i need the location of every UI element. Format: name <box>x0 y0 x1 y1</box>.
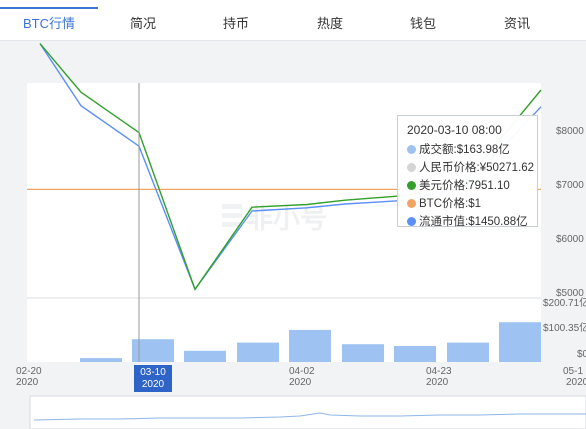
volume-bar <box>499 322 541 362</box>
date-label-year: 2020 <box>16 377 39 388</box>
volume-tick: $200.71亿 <box>543 296 586 309</box>
tooltip-value: BTC价格:$1 <box>419 198 481 210</box>
watermark-logo-bar <box>222 204 242 209</box>
legend-dot-icon <box>407 145 416 154</box>
tooltip-row-btc-price: BTC价格:$1 <box>407 195 537 213</box>
date-label: 02-20 <box>16 366 42 377</box>
volume-bar <box>342 344 384 362</box>
volume-bar <box>237 342 279 362</box>
badge-year: 2020 <box>141 379 165 390</box>
tooltip-value: 流通市值:$1450.88亿 <box>419 216 528 228</box>
watermark-logo-bar <box>222 213 242 218</box>
price-tick: $6000 <box>556 234 584 245</box>
legend-dot-icon <box>407 217 416 226</box>
price-tick: $7000 <box>556 180 584 191</box>
volume-bar <box>447 342 489 362</box>
tooltip-row-cny-price: 人民币价格:¥50271.62 <box>407 159 537 177</box>
range-navigator[interactable] <box>29 395 586 429</box>
volume-bar <box>132 339 174 362</box>
tooltip-value: 人民币价格:¥50271.62 <box>419 162 535 174</box>
legend-dot-icon <box>407 181 416 190</box>
volume-bar <box>289 329 331 362</box>
badge-date: 03-10 <box>140 367 166 378</box>
volume-bar <box>184 350 226 362</box>
tooltip-date: 2020-03-10 08:00 <box>407 123 502 137</box>
date-label-year: 2020 <box>289 377 312 388</box>
tooltip-row-volume: 成交额:$163.98亿 <box>407 141 537 159</box>
volume-bar <box>394 346 436 362</box>
legend-dot-icon <box>407 199 416 208</box>
date-label: 04-23 <box>426 366 452 377</box>
legend-dot-icon <box>407 163 416 172</box>
volume-bar <box>80 358 122 362</box>
crosshair-date-badge: 03-10 2020 <box>134 365 172 392</box>
volume-tick: $100.35亿 <box>543 321 586 334</box>
date-label: 04-02 <box>289 366 315 377</box>
tooltip-value: 美元价格:7951.10 <box>419 180 510 192</box>
date-label: 05-1 <box>563 366 583 377</box>
date-label-year: 2020 <box>426 377 449 388</box>
price-tick: $8000 <box>556 126 584 137</box>
date-label-year: 2020 <box>566 377 586 388</box>
tooltip-row-market-cap: 流通市值:$1450.88亿 <box>407 213 537 231</box>
data-tooltip: 2020-03-10 08:00 成交额:$163.98亿 人民币价格:¥502… <box>397 115 538 228</box>
tooltip-row-usd-price: 美元价格:7951.10 <box>407 177 537 195</box>
tooltip-value: 成交额:$163.98亿 <box>419 144 510 156</box>
volume-tick: $0 <box>577 349 586 360</box>
